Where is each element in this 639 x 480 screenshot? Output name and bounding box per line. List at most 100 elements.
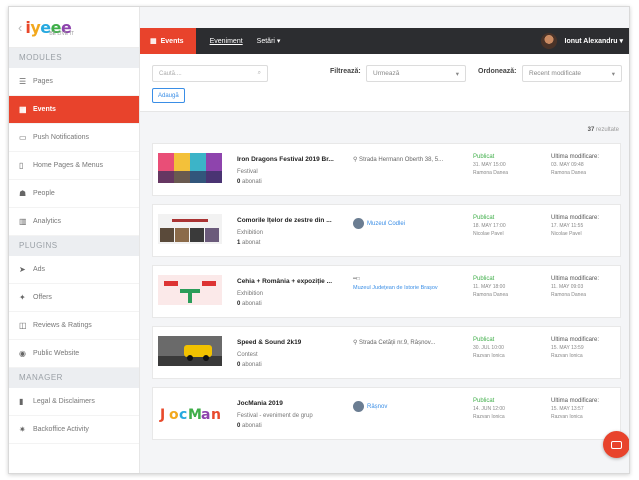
event-title[interactable]: Speed & Sound 2k19 bbox=[237, 339, 352, 346]
publish-date: 30. JUL 10:00 bbox=[473, 345, 504, 351]
modified-date: 03. MAY 09:48 bbox=[551, 162, 584, 168]
sidebar-item-push-notifications[interactable]: ▭ Push Notifications bbox=[9, 124, 139, 152]
event-row[interactable]: Jo c Ma n JocMania 2019 Festival - eveniment … bbox=[152, 387, 621, 440]
app-window: ‹ iyeee BE LIVE IT MODULES ☰ Pages ▦ Events ▭… bbox=[8, 6, 630, 474]
publish-author: Razvan Ionica bbox=[473, 414, 505, 420]
event-subscribers: 0 abonati bbox=[237, 423, 262, 429]
logo-area[interactable]: ‹ iyeee BE LIVE IT bbox=[9, 7, 139, 48]
event-type: Festival - eveniment de grup bbox=[237, 413, 313, 419]
sidebar-item-home-pages-menus[interactable]: ▯ Home Pages & Menus bbox=[9, 152, 139, 180]
publish-info: Publicat 30. JUL 10:00 Razvan Ionica bbox=[473, 337, 545, 359]
chat-button[interactable] bbox=[603, 431, 629, 458]
modified-label: Ultima modificare: bbox=[551, 398, 600, 404]
venue-avatar bbox=[353, 401, 364, 413]
sidebar-item-label: Events bbox=[33, 106, 56, 113]
sidebar-item-label: Reviews & Ratings bbox=[33, 322, 92, 329]
event-location: ⚲ Strada Cetății nr.9, Râșnov... bbox=[353, 340, 436, 346]
venue-name[interactable]: Muzeul Județean de Istorie Brașov bbox=[353, 285, 467, 291]
chat-icon: ▭ bbox=[19, 133, 27, 142]
sidebar-item-label: Public Website bbox=[33, 350, 80, 357]
sidebar-item-label: Offers bbox=[33, 294, 52, 301]
results-count: 37 rezultate bbox=[588, 127, 619, 133]
sidebar: ‹ iyeee BE LIVE IT MODULES ☰ Pages ▦ Events ▭… bbox=[9, 7, 140, 473]
event-list: Iron Dragons Festival 2019 Br... Festival… bbox=[152, 143, 621, 448]
event-row[interactable]: Iron Dragons Festival 2019 Br... Festival… bbox=[152, 143, 621, 196]
filter-label: Filtrează: bbox=[330, 68, 361, 75]
modified-info: Ultima modificare: 03. MAY 09:48 Ramona Da… bbox=[551, 154, 621, 176]
svg-text:n: n bbox=[211, 407, 221, 423]
subscriber-label: abonati bbox=[240, 362, 262, 368]
megaphone-icon: ➤ bbox=[19, 265, 26, 274]
event-subscribers: 1 abonat bbox=[237, 240, 260, 246]
avatar bbox=[540, 33, 557, 49]
publish-info: Publicat 11. MAY 18:00 Ramona Danea bbox=[473, 276, 545, 298]
event-type: Festival bbox=[237, 169, 258, 175]
event-title[interactable]: JocMania 2019 bbox=[237, 400, 352, 407]
globe-icon: ◉ bbox=[19, 349, 26, 358]
sidebar-item-legal-disclaimers[interactable]: ▮ Legal & Disclaimers bbox=[9, 388, 139, 416]
sidebar-item-offers[interactable]: ✦ Offers bbox=[9, 284, 139, 312]
publish-date: 14. JUN 12:00 bbox=[473, 406, 505, 412]
results-label: rezultate bbox=[595, 127, 619, 133]
event-venue[interactable]: Râșnov bbox=[353, 398, 467, 416]
sidebar-item-events[interactable]: ▦ Events bbox=[9, 96, 139, 124]
search-placeholder: Caută.... bbox=[159, 70, 182, 77]
event-subscribers: 0 abonati bbox=[237, 301, 262, 307]
search-input[interactable]: Caută.... ⌕ bbox=[152, 65, 268, 82]
top-navbar: ▦ Events Eveniment Setări ▾ Ionut Alexand… bbox=[140, 28, 629, 54]
document-icon: ▯ bbox=[19, 161, 24, 170]
venue-name[interactable]: Râșnov bbox=[367, 404, 387, 410]
event-thumbnail[interactable] bbox=[158, 275, 222, 305]
venue-name[interactable]: Muzeul Codlei bbox=[367, 221, 405, 227]
filter-bar: Caută.... ⌕ Adaugă Filtrează: Urmează ▾ … bbox=[140, 54, 629, 112]
sidebar-item-analytics[interactable]: ▥ Analytics bbox=[9, 208, 139, 236]
modified-info: Ultima modificare: 15. MAY 13:59 Razvan Io… bbox=[551, 337, 621, 359]
sidebar-item-reviews-ratings[interactable]: ◫ Reviews & Ratings bbox=[9, 312, 139, 340]
event-title[interactable]: Cehia + România + expoziție ... bbox=[237, 278, 352, 285]
subscriber-label: abonati bbox=[240, 179, 262, 185]
sidebar-section-header: MODULES bbox=[9, 48, 139, 68]
publish-date: 11. MAY 18:00 bbox=[473, 284, 506, 290]
event-type: Contest bbox=[237, 352, 258, 358]
event-venue[interactable]: Muzeul Codlei bbox=[353, 215, 467, 233]
event-thumbnail[interactable] bbox=[158, 336, 222, 366]
event-title[interactable]: Iron Dragons Festival 2019 Br... bbox=[237, 156, 352, 163]
user-menu[interactable]: Ionut Alexandru ▾ bbox=[540, 33, 629, 49]
event-row[interactable]: Cehia + România + expoziție ... Exhibitio… bbox=[152, 265, 621, 318]
sort-select[interactable]: Recent modificate ▾ bbox=[522, 65, 622, 82]
sidebar-item-label: Legal & Disclaimers bbox=[33, 398, 95, 405]
filter-select[interactable]: Urmează ▾ bbox=[366, 65, 466, 82]
publish-author: Ramona Danea bbox=[473, 292, 509, 298]
event-thumbnail[interactable] bbox=[158, 153, 222, 183]
module-events-button[interactable]: ▦ Events bbox=[140, 28, 196, 54]
event-thumbnail[interactable] bbox=[158, 214, 222, 244]
status-badge: Publicat bbox=[473, 276, 495, 282]
event-title[interactable]: Comorile Ițelor de zestre din ... bbox=[237, 217, 352, 224]
tab-eveniment[interactable]: Eveniment bbox=[210, 38, 243, 45]
sidebar-item-label: People bbox=[33, 190, 55, 197]
sidebar-item-ads[interactable]: ➤ Ads bbox=[9, 256, 139, 284]
tab-settings-dropdown[interactable]: Setări ▾ bbox=[257, 37, 281, 45]
logo-tagline: BE LIVE IT bbox=[49, 31, 75, 37]
chevron-down-icon: ▾ bbox=[455, 70, 459, 78]
event-thumbnail[interactable]: JocMan bbox=[158, 397, 222, 427]
modified-info: Ultima modificare: 17. MAY 11:55 Nicolae P… bbox=[551, 215, 621, 237]
sidebar-item-label: Backoffice Activity bbox=[33, 426, 89, 433]
add-event-button[interactable]: Adaugă bbox=[152, 88, 185, 103]
modified-date: 11. MAY 09:03 bbox=[551, 284, 584, 290]
sidebar-nav: MODULES ☰ Pages ▦ Events ▭ Push Notifications ▯… bbox=[9, 48, 139, 444]
user-name: Ionut Alexandru ▾ bbox=[564, 38, 623, 45]
sidebar-item-pages[interactable]: ☰ Pages bbox=[9, 68, 139, 96]
sidebar-item-people[interactable]: ☗ People bbox=[9, 180, 139, 208]
sidebar-item-backoffice-activity[interactable]: ✷ Backoffice Activity bbox=[9, 416, 139, 444]
venue-logo: ═□ bbox=[353, 276, 360, 282]
publish-author: Nicolae Pavel bbox=[473, 231, 504, 237]
sidebar-item-public-website[interactable]: ◉ Public Website bbox=[9, 340, 139, 368]
sidebar-section-header: PLUGINS bbox=[9, 236, 139, 256]
event-row[interactable]: Comorile Ițelor de zestre din ... Exhibit… bbox=[152, 204, 621, 257]
modified-label: Ultima modificare: bbox=[551, 337, 600, 343]
event-venue[interactable]: ═□ Muzeul Județean de Istorie Brașov bbox=[353, 276, 467, 291]
event-row[interactable]: Speed & Sound 2k19 Contest 0 abonati ⚲ Stra… bbox=[152, 326, 621, 379]
back-chevron-icon[interactable]: ‹ bbox=[18, 20, 22, 35]
calendar-icon: ▦ bbox=[150, 38, 157, 45]
